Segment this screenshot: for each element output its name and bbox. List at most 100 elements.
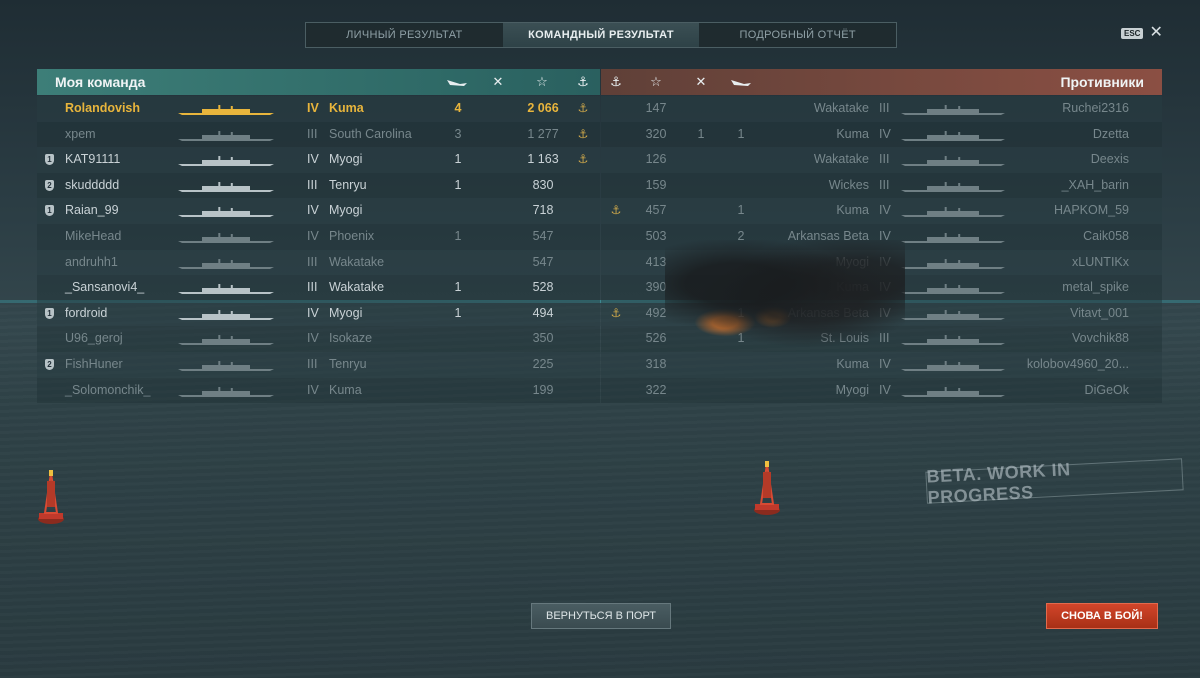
crossed-guns-icon: ✕ <box>695 74 707 89</box>
ship-silhouette-icon <box>178 283 274 295</box>
player-name: MikeHead <box>65 228 122 243</box>
ship-name: Myogi <box>835 382 869 397</box>
battle-again-button[interactable]: СНОВА В БОЙ! <box>1046 603 1158 629</box>
xp-value: 492 <box>645 305 667 320</box>
my-team-title: Моя команда <box>55 74 146 90</box>
table-row[interactable]: 159 Wickes III _XAH_barin <box>601 172 1162 199</box>
kills-value: 1 <box>737 203 745 218</box>
my-team-table: Rolandovish IV Kuma 4 2 066 ⚓ xpem III South Car… <box>37 96 600 404</box>
ship-name: St. Louis <box>820 331 869 346</box>
table-row[interactable]: ⚓ 492 1 Arkansas Beta IV Vitavt_001 <box>601 300 1162 327</box>
kills-value: 4 <box>454 101 462 115</box>
ship-silhouette-icon <box>901 155 1005 167</box>
ship-tier: III <box>307 254 318 269</box>
ship-name: Kuma <box>329 101 364 115</box>
table-row[interactable]: xpem III South Carolina 3 1 277 ⚓ <box>37 121 600 148</box>
ship-tier: IV <box>879 356 891 371</box>
beta-watermark: BETA. WORK IN PROGRESS <box>925 458 1184 508</box>
xp-value: 199 <box>532 382 554 397</box>
xp-value: 350 <box>532 331 554 346</box>
ship-name: Kuma <box>329 382 362 397</box>
kills-value <box>729 250 753 276</box>
tab-personal-result[interactable]: ЛИЧНЫЙ РЕЗУЛЬТАТ <box>306 23 503 47</box>
ship-tier: III <box>879 152 890 167</box>
table-row[interactable]: andruhh1 III Wakatake 547 <box>37 249 600 276</box>
table-row[interactable]: 413 Myogi IV xLUNTIKx <box>601 249 1162 276</box>
ship-name: Wakatake <box>329 280 385 295</box>
table-row[interactable]: 322 Myogi IV DiGeOk <box>601 377 1162 404</box>
damage-value: 1 <box>697 126 705 141</box>
xp-value: 390 <box>645 280 667 295</box>
player-name: Vitavt_001 <box>1070 305 1129 320</box>
damage-value <box>689 96 713 122</box>
ship-tier: IV <box>307 382 319 397</box>
table-row[interactable]: U96_geroj IV Isokaze 350 <box>37 326 600 352</box>
ship-name: Arkansas Beta <box>787 228 869 243</box>
table-row[interactable]: 1 fordroid IV Myogi 1 494 <box>37 300 600 327</box>
table-row[interactable]: 1 KAT91111 IV Myogi 1 1 163 ⚓ <box>37 147 600 173</box>
division-badge: 1 <box>45 307 54 319</box>
table-row[interactable]: 2 FishHuner III Tenryu 225 <box>37 351 600 378</box>
table-row[interactable]: _Solomonchik_ IV Kuma 199 <box>37 377 600 404</box>
xp-value: 547 <box>532 254 554 269</box>
player-name: andruhh1 <box>65 254 118 269</box>
xp-value: 225 <box>532 356 554 371</box>
ship-tier: III <box>879 331 890 346</box>
ship-name: Phoenix <box>329 228 375 243</box>
table-row[interactable]: MikeHead IV Phoenix 1 547 <box>37 223 600 250</box>
ship-silhouette-icon <box>178 155 274 167</box>
ship-silhouette-icon <box>178 386 274 397</box>
xp-value: 494 <box>532 305 554 320</box>
kills-value: 1 <box>737 126 745 141</box>
table-row[interactable]: 526 1 St. Louis III Vovchik88 <box>601 326 1162 352</box>
ship-tier: IV <box>879 203 891 218</box>
tab-detailed-report[interactable]: ПОДРОБНЫЙ ОТЧЁТ <box>699 23 896 47</box>
ship-tier: IV <box>307 152 319 167</box>
kills-value <box>445 250 471 276</box>
table-row[interactable]: 1 Raian_99 IV Myogi 718 <box>37 198 600 224</box>
anchor-icon: ⚓ <box>577 101 589 115</box>
table-row[interactable]: Rolandovish IV Kuma 4 2 066 ⚓ <box>37 96 600 122</box>
table-row[interactable]: 503 2 Arkansas Beta IV Caik058 <box>601 223 1162 250</box>
table-row[interactable]: 126 Wakatake III Deexis <box>601 147 1162 173</box>
tab-team-result[interactable]: КОМАНДНЫЙ РЕЗУЛЬТАТ <box>502 23 700 47</box>
ship-tier: III <box>307 356 318 371</box>
ship-silhouette-icon <box>178 309 274 320</box>
player-name: U96_geroj <box>65 331 123 346</box>
player-name: Caik058 <box>1083 228 1129 243</box>
table-row[interactable]: 318 Kuma IV kolobov4960_20... <box>601 351 1162 378</box>
enemy-team-header: ⚓ ☆ ✕ Противники <box>601 69 1162 95</box>
ship-name: Tenryu <box>329 356 367 371</box>
table-row[interactable]: 320 1 1 Kuma IV Dzetta <box>601 121 1162 148</box>
ship-name: Wakatake <box>813 152 869 167</box>
return-to-port-button[interactable]: ВЕРНУТЬСЯ В ПОРТ <box>531 603 671 629</box>
xp-value: 1 163 <box>527 152 559 167</box>
ship-name: Myogi <box>329 305 363 320</box>
damage-value <box>689 275 713 301</box>
ship-silhouette-icon <box>178 130 274 141</box>
xp-value: 547 <box>532 228 554 243</box>
player-name: KAT91111 <box>65 152 121 167</box>
table-row[interactable]: 2 skuddddd III Tenryu 1 830 <box>37 172 600 199</box>
ship-name: Arkansas Beta <box>787 305 869 320</box>
xp-value: 457 <box>645 203 667 218</box>
player-name: DiGeOk <box>1084 382 1129 397</box>
table-row[interactable]: ⚓ 457 1 Kuma IV HAPKOM_59 <box>601 198 1162 224</box>
xp-value: 1 277 <box>527 126 559 141</box>
ship-silhouette-icon <box>178 232 274 243</box>
kills-value <box>445 352 471 378</box>
table-row[interactable]: 147 Wakatake III Ruchei2316 <box>601 96 1162 122</box>
close-icon[interactable]: ✕ <box>1149 25 1162 41</box>
ship-silhouette-icon <box>901 309 1005 320</box>
kills-value: 2 <box>737 228 745 243</box>
anchor-icon: ⚓ <box>577 152 589 167</box>
enemy-team-title: Противники <box>1060 74 1144 90</box>
player-name: HAPKOM_59 <box>1053 203 1129 218</box>
ship-tier: IV <box>879 228 891 243</box>
table-row[interactable]: 390 Kuma IV metal_spike <box>601 275 1162 301</box>
esc-close[interactable]: ESC ✕ <box>1121 25 1163 41</box>
crossed-guns-icon: ✕ <box>492 74 504 89</box>
table-row[interactable]: _Sansanovi4_ III Wakatake 1 528 <box>37 275 600 301</box>
ship-silhouette-icon <box>178 181 274 192</box>
ship-silhouette-icon <box>901 232 1005 243</box>
